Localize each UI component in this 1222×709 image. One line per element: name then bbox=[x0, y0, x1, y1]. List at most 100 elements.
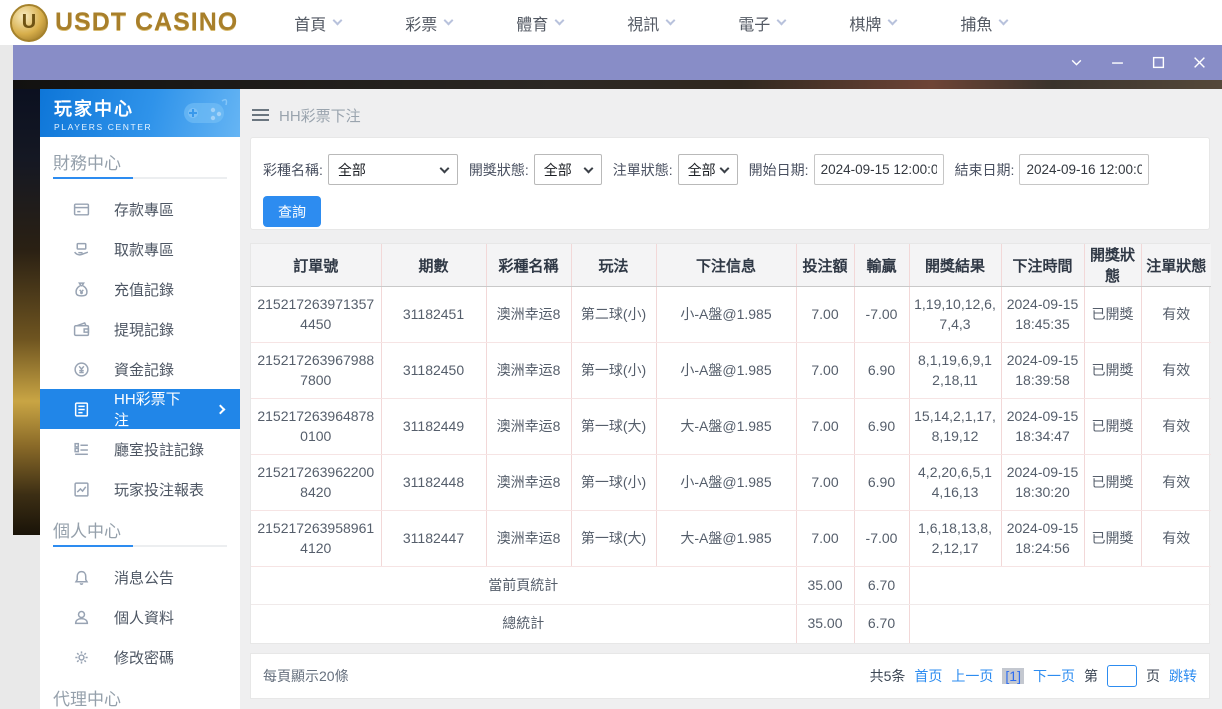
end-date-input[interactable] bbox=[1019, 154, 1149, 185]
sidebar-item-hall-bet-records[interactable]: 廳室投註記錄 bbox=[40, 429, 240, 469]
summary-empty bbox=[909, 567, 1211, 605]
site-header: U USDT CASINO 首頁 彩票 體育 視訊 電子 棋牌 捕魚 bbox=[0, 0, 1222, 45]
sidebar-item-withdraw[interactable]: 取款專區 bbox=[40, 229, 240, 269]
cell-order-id: 2152172639713574450 bbox=[251, 287, 381, 343]
total-count-text: 共5条 bbox=[870, 666, 906, 686]
nav-item-lottery[interactable]: 彩票 bbox=[405, 11, 452, 35]
nav-item-home[interactable]: 首頁 bbox=[294, 11, 341, 35]
current-page-indicator[interactable]: [1] bbox=[1002, 668, 1024, 684]
cell-lottery: 澳洲幸运8 bbox=[486, 399, 571, 455]
next-page-link[interactable]: 下一页 bbox=[1033, 666, 1075, 686]
draw-status-select[interactable]: 全部 bbox=[534, 154, 602, 185]
sidebar-header: 玩家中心 PLAYERS CENTER bbox=[40, 89, 240, 137]
sidebar-item-player-bet-report[interactable]: 玩家投注報表 bbox=[40, 469, 240, 509]
maximize-icon[interactable] bbox=[1151, 56, 1165, 70]
sidebar-item-label: 廳室投註記錄 bbox=[114, 439, 204, 460]
sidebar-item-hh-lottery-bets[interactable]: HH彩票下注 bbox=[40, 389, 240, 429]
sidebar: 玩家中心 PLAYERS CENTER 財務中心 存款專區 取款專區 充值記 bbox=[40, 89, 240, 709]
cell-draw-status: 已開獎 bbox=[1084, 287, 1141, 343]
nav-item-sports[interactable]: 體育 bbox=[516, 11, 563, 35]
sidebar-item-label: 充值記錄 bbox=[114, 279, 174, 300]
chevron-down-icon bbox=[777, 16, 787, 26]
chevron-down-icon bbox=[719, 164, 729, 174]
sidebar-item-label: 提現記錄 bbox=[114, 319, 174, 340]
minimize-icon[interactable] bbox=[1110, 56, 1124, 70]
page-jump-input[interactable] bbox=[1107, 665, 1137, 687]
lottery-name-label: 彩種名稱: bbox=[263, 160, 323, 180]
col-header-amount: 投注額 bbox=[796, 244, 854, 287]
nav-item-slots[interactable]: 電子 bbox=[738, 11, 785, 35]
nav-item-fishing[interactable]: 捕魚 bbox=[960, 11, 1007, 35]
section-title-personal: 個人中心 bbox=[53, 517, 240, 539]
jump-button[interactable]: 跳转 bbox=[1169, 666, 1197, 686]
ledger-icon bbox=[73, 401, 90, 418]
cell-order-status: 有效 bbox=[1141, 399, 1211, 455]
summary-amount: 35.00 bbox=[796, 567, 854, 605]
sidebar-item-withdrawal-records[interactable]: 提現記錄 bbox=[40, 309, 240, 349]
cell-result: 8,1,19,6,9,12,18,11 bbox=[909, 343, 1001, 399]
cell-order-id: 2152172639648780100 bbox=[251, 399, 381, 455]
sidebar-item-change-password[interactable]: 修改密碼 bbox=[40, 637, 240, 677]
chevron-down-icon bbox=[999, 16, 1009, 26]
cell-play: 第一球(大) bbox=[571, 399, 656, 455]
col-header-lottery: 彩種名稱 bbox=[486, 244, 571, 287]
order-status-select[interactable]: 全部 bbox=[678, 154, 738, 185]
table-row: 2152172639622008420 31182448 澳洲幸运8 第一球(小… bbox=[251, 455, 1211, 511]
close-icon[interactable] bbox=[1192, 56, 1206, 70]
filter-panel: 彩種名稱: 全部 開獎狀態: 全部 注單狀態: 全部 開始日期: 結束日期: 查… bbox=[250, 137, 1210, 230]
cell-winloss: 6.90 bbox=[854, 343, 909, 399]
start-date-label: 開始日期: bbox=[749, 160, 809, 180]
chevron-down-icon[interactable] bbox=[1069, 56, 1083, 70]
sidebar-item-label: 取款專區 bbox=[114, 239, 174, 260]
chevron-down-icon bbox=[888, 16, 898, 26]
chevron-down-icon bbox=[666, 16, 676, 26]
sidebar-item-deposit[interactable]: 存款專區 bbox=[40, 189, 240, 229]
cell-order-status: 有效 bbox=[1141, 343, 1211, 399]
cell-draw-status: 已開獎 bbox=[1084, 343, 1141, 399]
prev-page-link[interactable]: 上一页 bbox=[951, 666, 993, 686]
cell-bet-time: 2024-09-15 18:24:56 bbox=[1001, 511, 1084, 567]
cell-winloss: -7.00 bbox=[854, 287, 909, 343]
section-title-agent: 代理中心 bbox=[53, 685, 240, 707]
report-icon bbox=[73, 481, 90, 498]
cell-bet-time: 2024-09-15 18:34:47 bbox=[1001, 399, 1084, 455]
cell-period: 31182451 bbox=[381, 287, 486, 343]
start-date-input[interactable] bbox=[814, 154, 944, 185]
sidebar-item-profile[interactable]: 個人資料 bbox=[40, 597, 240, 637]
cell-bet-time: 2024-09-15 18:45:35 bbox=[1001, 287, 1084, 343]
table-row: 2152172639713574450 31182451 澳洲幸运8 第二球(小… bbox=[251, 287, 1211, 343]
sidebar-item-label: 修改密碼 bbox=[114, 647, 174, 668]
cell-winloss: 6.90 bbox=[854, 399, 909, 455]
main-content: HH彩票下注 彩種名稱: 全部 開獎狀態: 全部 注單狀態: 全部 開始日期: … bbox=[240, 89, 1222, 709]
col-header-play: 玩法 bbox=[571, 244, 656, 287]
nav-item-cards[interactable]: 棋牌 bbox=[849, 11, 896, 35]
cell-draw-status: 已開獎 bbox=[1084, 455, 1141, 511]
nav-item-live[interactable]: 視訊 bbox=[627, 11, 674, 35]
hamburger-icon[interactable] bbox=[252, 109, 269, 121]
col-header-winloss: 輸贏 bbox=[854, 244, 909, 287]
sidebar-item-recharge-records[interactable]: 充值記錄 bbox=[40, 269, 240, 309]
first-page-link[interactable]: 首页 bbox=[914, 666, 942, 686]
player-center-window: 玩家中心 PLAYERS CENTER 財務中心 存款專區 取款專區 充值記 bbox=[40, 89, 1222, 709]
summary-winloss: 6.70 bbox=[854, 605, 909, 643]
site-logo[interactable]: U USDT CASINO bbox=[10, 4, 238, 42]
cell-lottery: 澳洲幸运8 bbox=[486, 287, 571, 343]
window-titlebar bbox=[13, 45, 1222, 80]
search-button[interactable]: 查詢 bbox=[263, 196, 321, 227]
cell-bet-time: 2024-09-15 18:39:58 bbox=[1001, 343, 1084, 399]
summary-label: 總統計 bbox=[251, 605, 796, 643]
cell-result: 1,19,10,12,6,7,4,3 bbox=[909, 287, 1001, 343]
cell-amount: 7.00 bbox=[796, 343, 854, 399]
sidebar-item-announcements[interactable]: 消息公告 bbox=[40, 557, 240, 597]
chevron-down-icon bbox=[444, 16, 454, 26]
summary-label: 當前頁統計 bbox=[251, 567, 796, 605]
background-art-strip bbox=[13, 80, 1222, 89]
summary-amount: 35.00 bbox=[796, 605, 854, 643]
sidebar-item-fund-records[interactable]: 資金記錄 bbox=[40, 349, 240, 389]
table-row: 2152172639679887800 31182450 澳洲幸运8 第一球(小… bbox=[251, 343, 1211, 399]
lottery-name-select[interactable]: 全部 bbox=[328, 154, 458, 185]
cell-amount: 7.00 bbox=[796, 287, 854, 343]
sidebar-item-label: HH彩票下注 bbox=[114, 388, 193, 430]
cell-order-status: 有效 bbox=[1141, 287, 1211, 343]
table-header-row: 訂單號 期數 彩種名稱 玩法 下注信息 投注額 輸贏 開獎結果 下注時間 開獎狀… bbox=[251, 244, 1211, 287]
